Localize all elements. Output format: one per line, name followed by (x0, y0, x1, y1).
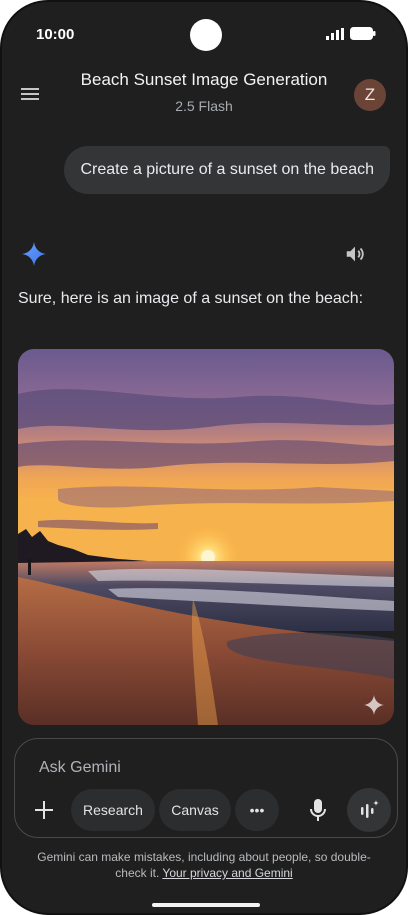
image-sparkle-icon (364, 695, 384, 715)
battery-icon (350, 27, 376, 40)
add-attachment-button[interactable] (31, 797, 57, 823)
more-options-button[interactable]: ••• (235, 789, 279, 831)
privacy-link[interactable]: Your privacy and Gemini (162, 866, 292, 880)
microphone-button[interactable] (305, 795, 331, 825)
disclaimer: Gemini can make mistakes, including abou… (22, 849, 386, 881)
user-message-bubble: Create a picture of a sunset on the beac… (64, 146, 390, 194)
user-message-text: Create a picture of a sunset on the beac… (80, 161, 374, 178)
microphone-icon (310, 799, 326, 821)
plus-icon (35, 801, 53, 819)
generated-sunset-image[interactable] (18, 349, 394, 725)
avatar[interactable]: Z (354, 79, 386, 111)
gemini-sparkle-icon (22, 242, 46, 266)
status-time: 10:00 (36, 26, 75, 43)
speaker-icon[interactable] (344, 243, 366, 265)
signal-icon (326, 27, 344, 40)
phone-screen: 10:00 Beach Sunset Image Generation 2.5 … (0, 0, 408, 915)
model-selector[interactable]: 2.5 Flash (2, 98, 406, 114)
conversation-title[interactable]: Beach Sunset Image Generation (2, 70, 406, 90)
home-indicator[interactable] (152, 903, 260, 907)
camera-cutout (190, 19, 222, 51)
prompt-composer: Ask Gemini Research Canvas ••• (14, 738, 398, 838)
response-text: Sure, here is an image of a sunset on th… (18, 290, 364, 307)
live-button[interactable] (347, 788, 391, 832)
live-waveform-icon (361, 800, 379, 818)
research-chip[interactable]: Research (71, 789, 155, 831)
prompt-input[interactable]: Ask Gemini (39, 759, 121, 777)
sunset-illustration (18, 349, 394, 725)
canvas-chip[interactable]: Canvas (159, 789, 231, 831)
status-icons (326, 27, 376, 40)
